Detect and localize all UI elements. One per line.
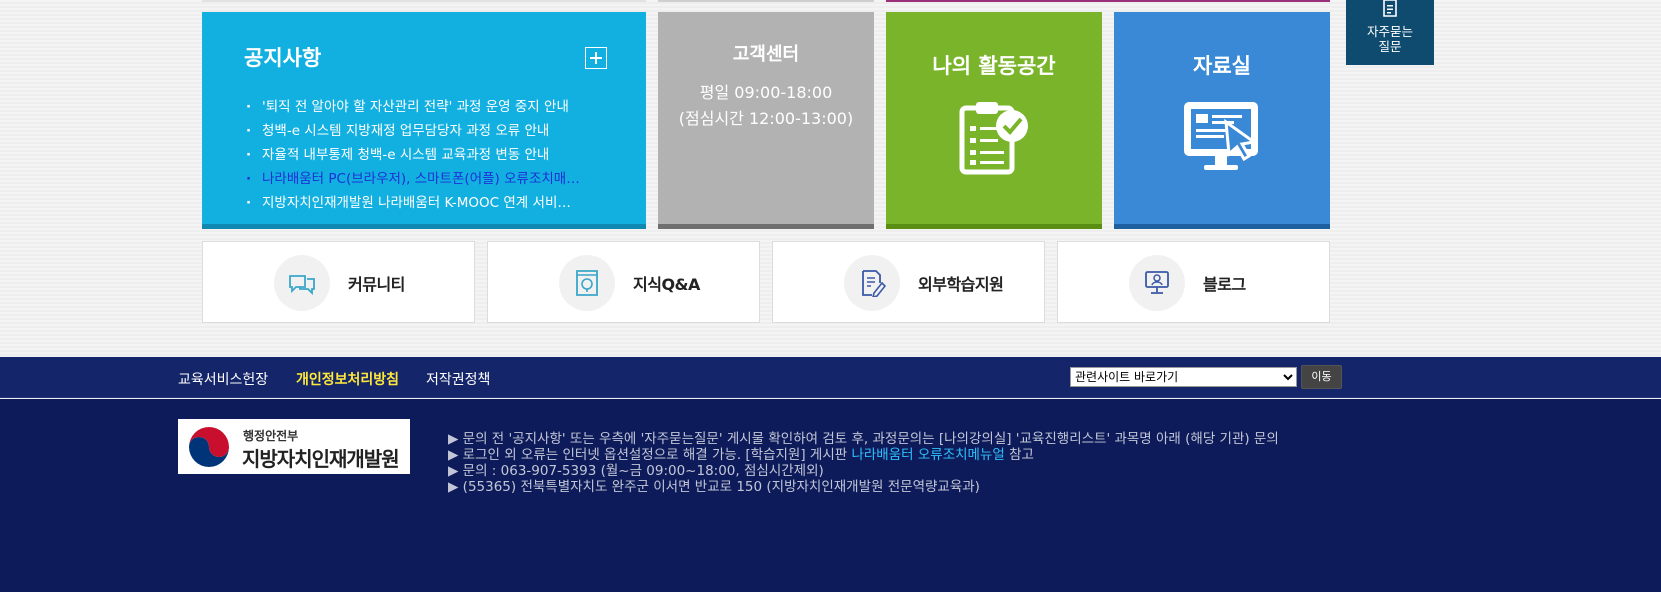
notice-item[interactable]: 나라배움터 PC(브라우저), 스마트폰(어플) 오류조치매… xyxy=(244,167,604,191)
footer-nav: 교육서비스헌장 개인정보처리방침 저작권정책 관련사이트 바로가기 이동 xyxy=(0,357,1661,398)
info-text: ▶ 로그인 외 오류는 인터넷 옵션설정으로 해결 가능. [학습지원] 게시판 xyxy=(448,447,852,463)
info-line: ▶ (55365) 전북특별자치도 완주군 이서면 반교로 150 (지방자치인… xyxy=(448,479,980,495)
faq-button[interactable]: 자주묻는 질문 xyxy=(1346,0,1434,65)
icon-circle xyxy=(1129,255,1185,311)
community-label: 커뮤니티 xyxy=(348,275,405,294)
my-activity-title: 나의 활동공간 xyxy=(932,54,1056,78)
service-charter-link[interactable]: 교육서비스헌장 xyxy=(178,369,268,389)
customer-center-tile: 고객센터 평일 09:00-18:00 (점심시간 12:00-13:00) xyxy=(658,12,874,229)
top-strip-right xyxy=(886,0,1330,2)
info-line: ▶ 문의 전 '공지사항' 또는 우측에 '자주묻는질문' 게시물 확인하여 검… xyxy=(448,431,1279,447)
icon-circle xyxy=(274,255,330,311)
hours-weekday: 평일 09:00-18:00 xyxy=(699,83,833,102)
top-strip-mid xyxy=(658,0,874,2)
related-sites-select[interactable]: 관련사이트 바로가기 xyxy=(1070,367,1297,387)
top-strip-left xyxy=(202,0,646,2)
notice-title[interactable]: 공지사항 xyxy=(244,42,321,72)
info-text: 참고 xyxy=(1004,447,1034,463)
faq-label-line1: 자주묻는 xyxy=(1366,24,1413,39)
archive-title: 자료실 xyxy=(1193,54,1251,78)
tile-bottom-bar xyxy=(202,224,646,229)
faq-label: 자주묻는 질문 xyxy=(1346,24,1434,54)
go-button[interactable]: 이동 xyxy=(1301,365,1342,389)
blog-link[interactable]: 블로그 xyxy=(1057,241,1330,323)
org-logo[interactable]: 행정안전부 지방자치인재개발원 xyxy=(178,419,410,474)
notice-list: '퇴직 전 알아야 할 자산관리 전략' 과정 운영 중지 안내 청백-e 시스… xyxy=(244,95,604,215)
monitor-cursor-icon xyxy=(1184,102,1258,170)
taegeuk-emblem-icon xyxy=(189,427,229,467)
tile-bottom-bar xyxy=(886,224,1102,229)
tile-bottom-bar xyxy=(1114,224,1330,229)
copyright-policy-link[interactable]: 저작권정책 xyxy=(426,369,490,389)
notice-panel: 공지사항 '퇴직 전 알아야 할 자산관리 전략' 과정 운영 중지 안내 청백… xyxy=(202,12,646,229)
customer-center-title: 고객센터 xyxy=(732,44,800,65)
footer: 행정안전부 지방자치인재개발원 ▶ 문의 전 '공지사항' 또는 우측에 '자주… xyxy=(0,399,1661,592)
privacy-policy-link[interactable]: 개인정보처리방침 xyxy=(296,369,399,389)
notice-item[interactable]: 자율적 내부통제 청백-e 시스템 교육과정 변동 안내 xyxy=(244,143,604,167)
monitor-person-icon xyxy=(1145,271,1169,294)
external-learning-link[interactable]: 외부학습지원 xyxy=(772,241,1045,323)
notice-item[interactable]: 지방자치인재개발원 나라배움터 K-MOOC 연계 서비… xyxy=(244,191,604,215)
footer-info: ▶ 문의 전 '공지사항' 또는 우측에 '자주묻는질문' 게시물 확인하여 검… xyxy=(448,431,1348,495)
notice-item[interactable]: 청백-e 시스템 지방재정 업무담당자 과정 오류 안내 xyxy=(244,119,604,143)
archive-tile[interactable]: 자료실 xyxy=(1114,12,1330,229)
knowledge-qa-link[interactable]: 지식Q&A xyxy=(487,241,760,323)
tile-bottom-bar xyxy=(658,224,874,229)
error-manual-link[interactable]: 나라배움터 오류조치메뉴얼 xyxy=(851,447,1004,463)
external-learning-label: 외부학습지원 xyxy=(918,275,1004,294)
blog-label: 블로그 xyxy=(1203,275,1246,294)
community-link[interactable]: 커뮤니티 xyxy=(202,241,475,323)
knowledge-book-icon xyxy=(576,270,598,296)
customer-center-hours: 평일 09:00-18:00 (점심시간 12:00-13:00) xyxy=(658,80,874,132)
hours-lunch: (점심시간 12:00-13:00) xyxy=(678,109,854,128)
document-icon xyxy=(1383,0,1397,17)
icon-circle xyxy=(559,255,615,311)
faq-label-line2: 질문 xyxy=(1378,39,1402,54)
icon-circle xyxy=(844,255,900,311)
my-activity-tile[interactable]: 나의 활동공간 xyxy=(886,12,1102,229)
logo-ministry: 행정안전부 xyxy=(243,429,299,443)
notice-item[interactable]: '퇴직 전 알아야 할 자산관리 전략' 과정 운영 중지 안내 xyxy=(244,95,604,119)
document-pen-icon xyxy=(862,270,886,297)
chat-bubbles-icon xyxy=(289,275,315,296)
knowledge-qa-label: 지식Q&A xyxy=(633,275,700,294)
logo-org-name: 지방자치인재개발원 xyxy=(242,447,400,471)
info-line: ▶ 로그인 외 오류는 인터넷 옵션설정으로 해결 가능. [학습지원] 게시판… xyxy=(448,447,1348,463)
plus-icon[interactable] xyxy=(585,47,607,69)
info-line: ▶ 문의 : 063-907-5393 (월~금 09:00~18:00, 점심… xyxy=(448,463,824,479)
clipboard-check-icon xyxy=(959,102,1028,175)
